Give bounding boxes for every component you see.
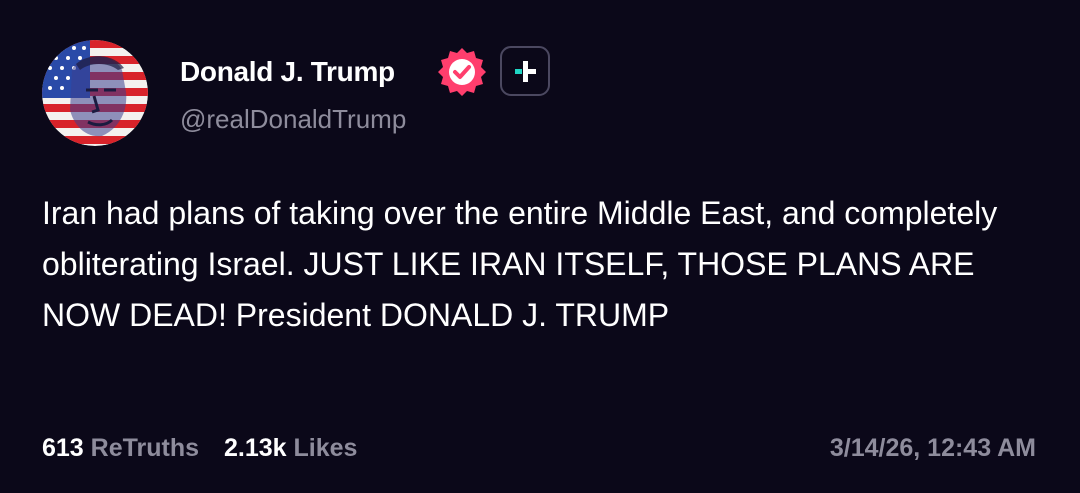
retruths-stat[interactable]: 613 ReTruths (42, 434, 199, 463)
post-stats: 613 ReTruths 2.13k Likes (42, 434, 375, 463)
retruths-count: 613 (42, 434, 84, 462)
likes-count: 2.13k (223, 434, 287, 462)
likes-label: Likes (293, 434, 358, 462)
retruths-label: ReTruths (90, 434, 200, 462)
truth-post: Donald J. Trump @realDonaldTrump Iran ha… (0, 0, 1080, 493)
avatar[interactable] (42, 40, 148, 146)
flag-portrait-avatar-icon (42, 40, 148, 146)
plus-badge-icon[interactable] (500, 46, 550, 96)
user-handle[interactable]: @realDonaldTrump (180, 104, 406, 135)
post-body: Iran had plans of taking over the entire… (42, 195, 998, 333)
likes-stat[interactable]: 2.13k Likes (224, 434, 357, 463)
display-name[interactable]: Donald J. Trump (180, 56, 395, 88)
verified-badge-icon (436, 46, 488, 98)
post-timestamp: 3/14/26, 12:43 AM (829, 434, 1036, 462)
